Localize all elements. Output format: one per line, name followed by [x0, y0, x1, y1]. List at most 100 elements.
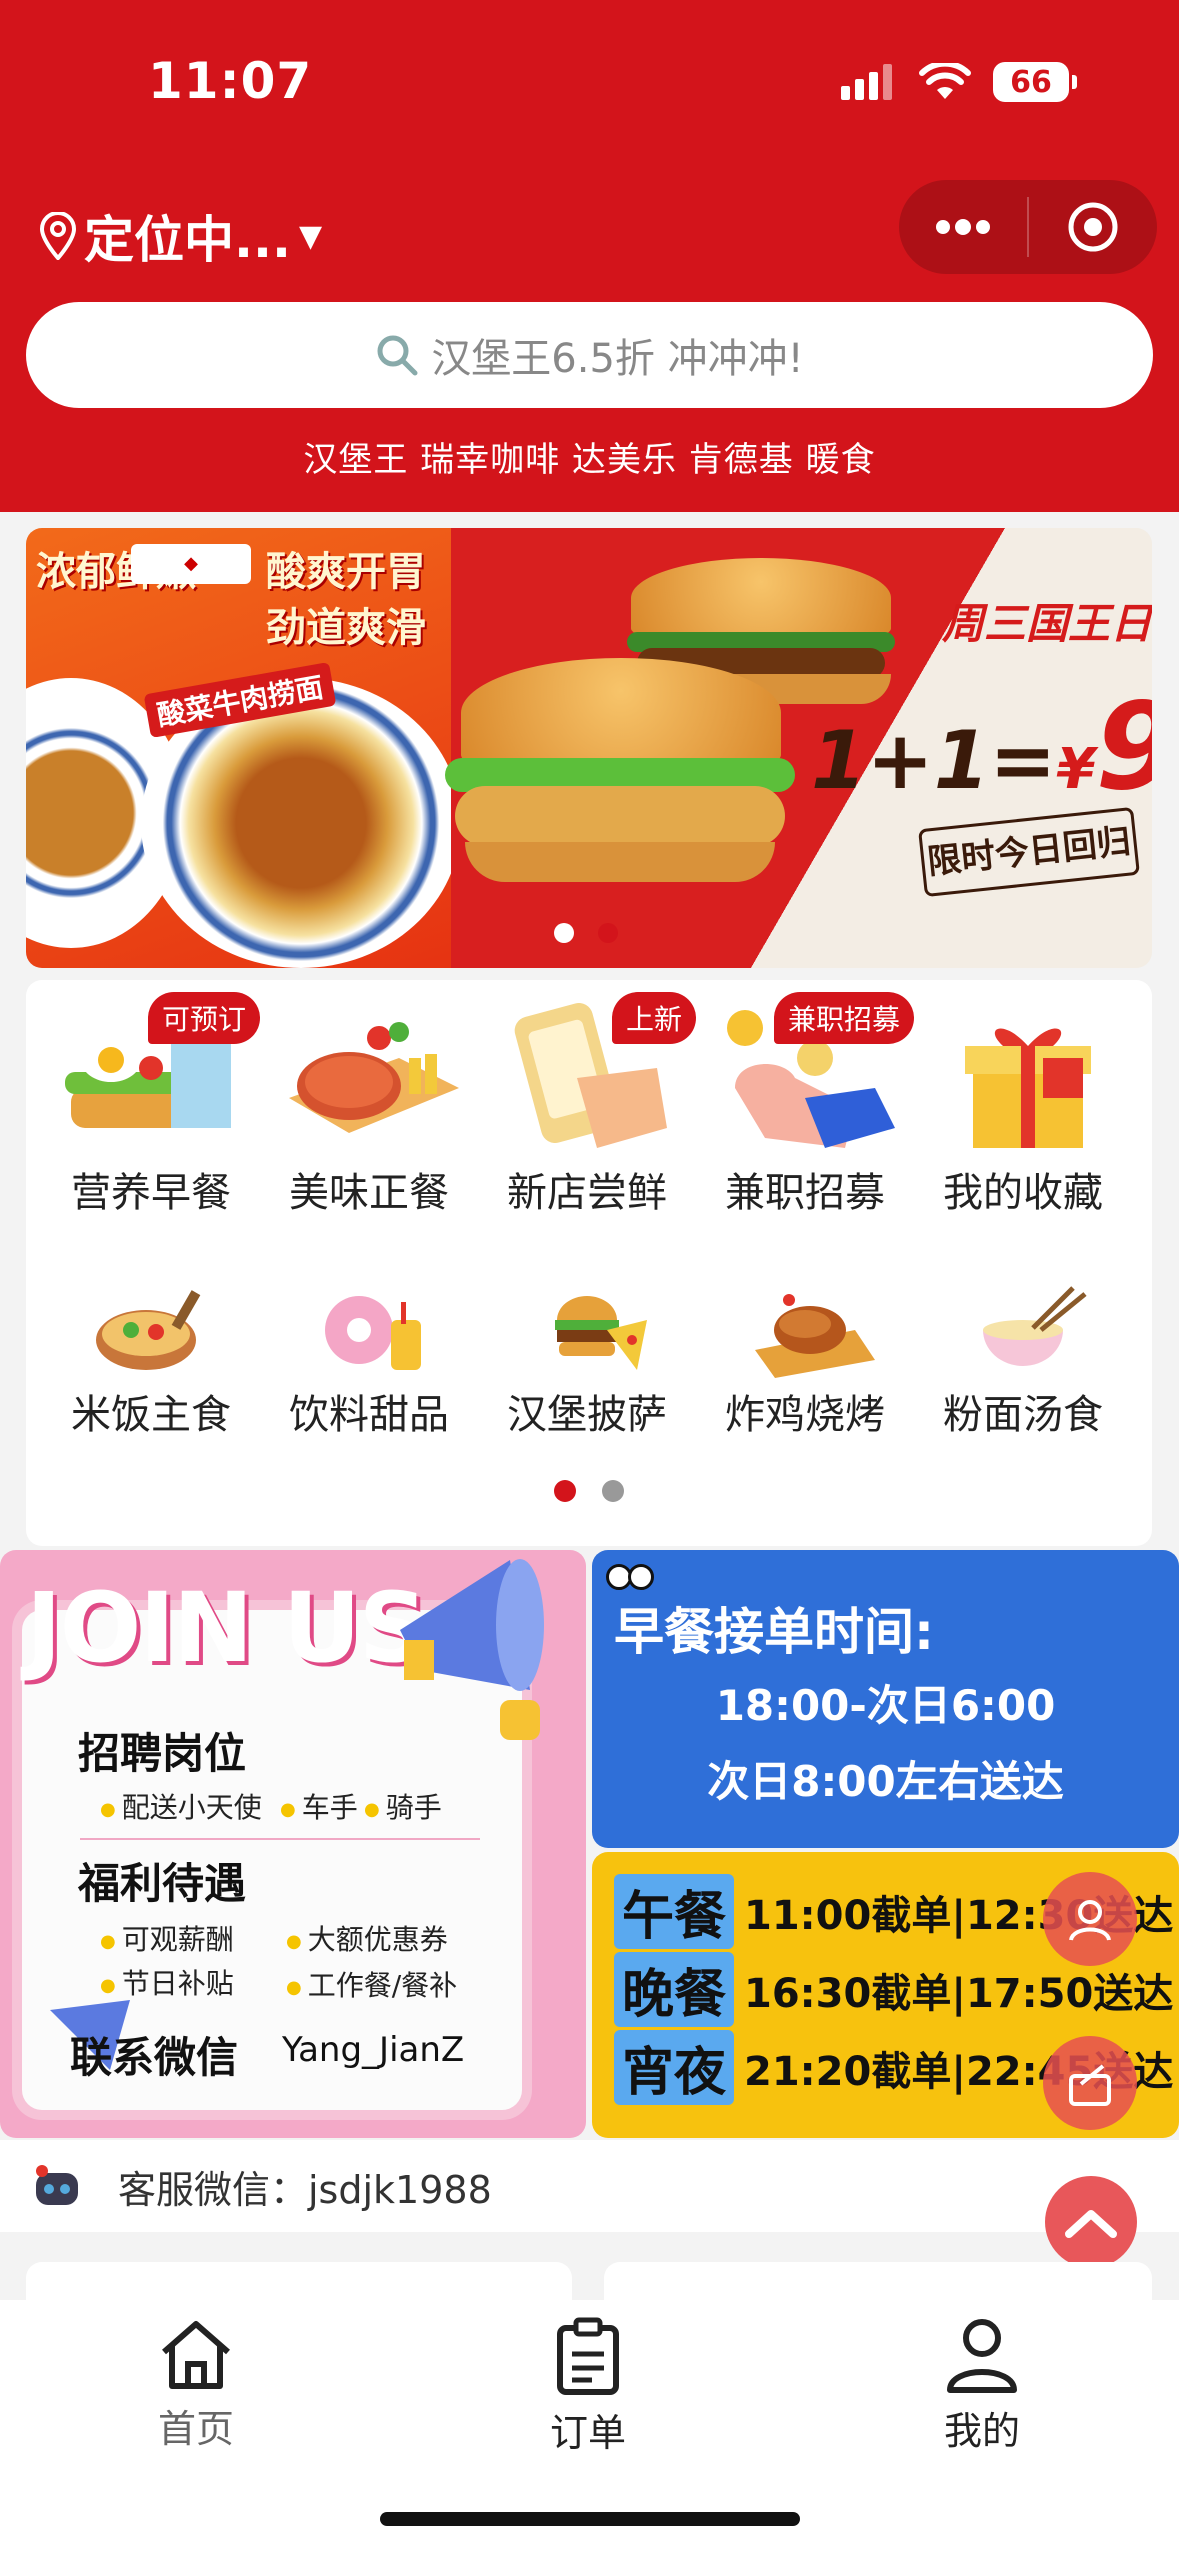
close-miniprogram-button[interactable] [1029, 180, 1157, 274]
banner-slide-burger[interactable]: 周三国王日 1+1=¥9 限时今日回归 [445, 528, 1152, 968]
category-main-meal[interactable]: 美味正餐 [260, 998, 478, 1218]
home-indicator [380, 2512, 800, 2526]
join-us-banner[interactable]: JOIN US 招聘岗位 配送小天使 车手 骑手 福利待遇 可观薪酬 大额优惠券… [0, 1550, 586, 2138]
meal-tag: 宵夜 [614, 2030, 735, 2105]
header: 11:07 66 定位中... ▼ 汉堡王6.5折 冲冲冲! 汉堡王 瑞幸咖啡 … [0, 0, 1179, 512]
home-icon [162, 2321, 230, 2389]
category-label: 营养早餐 [71, 1170, 231, 1216]
megaphone-icon [400, 1559, 544, 1740]
category-part-time[interactable]: 兼职招募 兼职招募 [696, 992, 914, 1218]
category-drinks[interactable]: 饮料甜品 [260, 1280, 478, 1440]
price-value: 9 [1095, 678, 1152, 817]
search-placeholder: 汉堡王6.5折 冲冲冲! [431, 336, 804, 382]
badge-new: 上新 [611, 992, 696, 1044]
steak-icon [269, 998, 469, 1158]
breakfast-order-window: 18:00-次日6:00 [715, 1681, 1056, 1730]
battery-icon: 66 [993, 62, 1077, 102]
banner-slogan: 酸爽开胃劲道爽滑 [266, 549, 426, 651]
category-favorites[interactable]: 我的收藏 [914, 998, 1132, 1218]
category-fried-chicken[interactable]: 炸鸡烧烤 [696, 1280, 914, 1440]
position-item: 骑手 [364, 1786, 442, 1826]
badge-part-time: 兼职招募 [773, 992, 914, 1044]
share-icon [1069, 2064, 1111, 2106]
meal-tag: 晚餐 [614, 1952, 735, 2027]
target-icon [1068, 202, 1118, 252]
join-us-title: JOIN US [26, 1572, 428, 1684]
contact-label: 联系微信 [70, 2033, 239, 2082]
meal-time: 16:30截单|17:50送达 [744, 1970, 1174, 2017]
banner-title: 周三国王日 [941, 599, 1152, 648]
brand-logo: ◆ [131, 544, 251, 584]
store-card-peek [604, 2262, 1152, 2302]
location-pin-icon [39, 212, 77, 260]
price-symbol: ¥ [1056, 737, 1096, 802]
benefit-item: 大额优惠券 [286, 1918, 448, 1958]
category-noodles[interactable]: 粉面汤食 [914, 1280, 1132, 1440]
tab-label: 我的 [943, 2409, 1020, 2453]
category-burger-pizza[interactable]: 汉堡披萨 [478, 1280, 696, 1440]
category-new-store[interactable]: 上新 新店尝鲜 [478, 992, 696, 1218]
category-breakfast[interactable]: 可预订 营养早餐 [42, 992, 260, 1218]
category-label: 粉面汤食 [943, 1392, 1103, 1438]
carousel-dot-active[interactable] [598, 923, 618, 943]
category-label: 米饭主食 [71, 1392, 231, 1438]
headset-icon [1069, 1900, 1111, 1941]
banner-tag: 限时今日回归 [918, 806, 1140, 898]
wifi-icon [919, 63, 971, 99]
tab-label: 首页 [157, 2407, 234, 2451]
promo-banner-carousel[interactable]: 浓郁鲜嫩 ◆ 酸爽开胃劲道爽滑 酸菜牛肉捞面 周三国王日 1+1=¥9 限时今日… [26, 528, 1152, 968]
tab-home[interactable]: 首页 [96, 2316, 296, 2453]
category-label: 炸鸡烧烤 [725, 1392, 885, 1438]
category-grid: 可预订 营养早餐 美味正餐 上新 新店尝鲜 兼职招募 兼职招募 我的收藏 米饭主… [26, 980, 1152, 1546]
position-item: 配送小天使 [100, 1786, 262, 1826]
banner-slide-noodles[interactable]: 浓郁鲜嫩 ◆ 酸爽开胃劲道爽滑 酸菜牛肉捞面 [26, 528, 461, 968]
positions-title: 招聘岗位 [78, 1729, 247, 1778]
chevron-up-icon [1065, 2210, 1117, 2238]
bottom-tab-bar: 首页 订单 我的 [0, 2300, 1179, 2556]
category-label: 新店尝鲜 [507, 1170, 667, 1216]
decor-eyes [606, 1564, 654, 1590]
tab-mine[interactable]: 我的 [882, 2316, 1082, 2455]
rice-bowl-icon [51, 1280, 251, 1380]
user-icon [947, 2319, 1017, 2393]
status-icons: 66 [841, 62, 1077, 102]
customer-service-text: 客服微信：jsdjk1988 [118, 2167, 492, 2212]
pager-dot-active[interactable] [554, 1480, 576, 1502]
float-customer-service-button[interactable] [1043, 1872, 1137, 1966]
back-to-top-button[interactable] [1045, 2176, 1137, 2268]
category-label: 美味正餐 [289, 1170, 449, 1216]
benefit-item: 工作餐/餐补 [286, 1964, 457, 2004]
badge-preorder: 可预订 [147, 992, 260, 1044]
burger-image [445, 658, 801, 898]
signal-icon [841, 64, 892, 100]
category-rice[interactable]: 米饭主食 [42, 1280, 260, 1440]
float-share-button[interactable] [1043, 2036, 1137, 2130]
category-label: 饮料甜品 [289, 1392, 449, 1438]
hot-search-words[interactable]: 汉堡王 瑞幸咖啡 达美乐 肯德基 暖食 [0, 432, 1179, 481]
more-dots-icon [936, 219, 990, 235]
burger-pizza-icon [487, 1280, 687, 1380]
pager-dot[interactable] [602, 1480, 624, 1502]
category-label: 汉堡披萨 [507, 1392, 667, 1438]
divider [80, 1838, 480, 1840]
meal-tag: 午餐 [614, 1874, 735, 1949]
more-button[interactable] [899, 180, 1027, 274]
store-card-peek [26, 2262, 572, 2302]
donut-drink-icon [269, 1280, 469, 1380]
status-time: 11:07 [148, 52, 313, 110]
search-bar[interactable]: 汉堡王6.5折 冲冲冲! [26, 302, 1153, 408]
breakfast-hours-banner[interactable]: 早餐接单时间: 18:00-次日6:00 次日8:00左右送达 [592, 1550, 1179, 1848]
price-formula: 1+1= [811, 714, 1057, 807]
carousel-dot[interactable] [554, 923, 574, 943]
benefit-item: 可观薪酬 [100, 1918, 234, 1958]
category-label: 兼职招募 [725, 1170, 885, 1216]
banner-price: 1+1=¥9 [811, 678, 1152, 817]
position-item: 车手 [280, 1786, 358, 1826]
customer-service-bar[interactable]: 客服微信：jsdjk1988 [0, 2140, 1179, 2232]
tab-orders[interactable]: 订单 [488, 2316, 688, 2457]
location-selector[interactable]: 定位中... ▼ [38, 200, 322, 272]
noodle-icon [923, 1280, 1123, 1380]
breakfast-delivery-time: 次日8:00左右送达 [707, 1757, 1064, 1806]
carousel-indicator [554, 923, 618, 943]
chevron-down-icon: ▼ [298, 218, 323, 254]
